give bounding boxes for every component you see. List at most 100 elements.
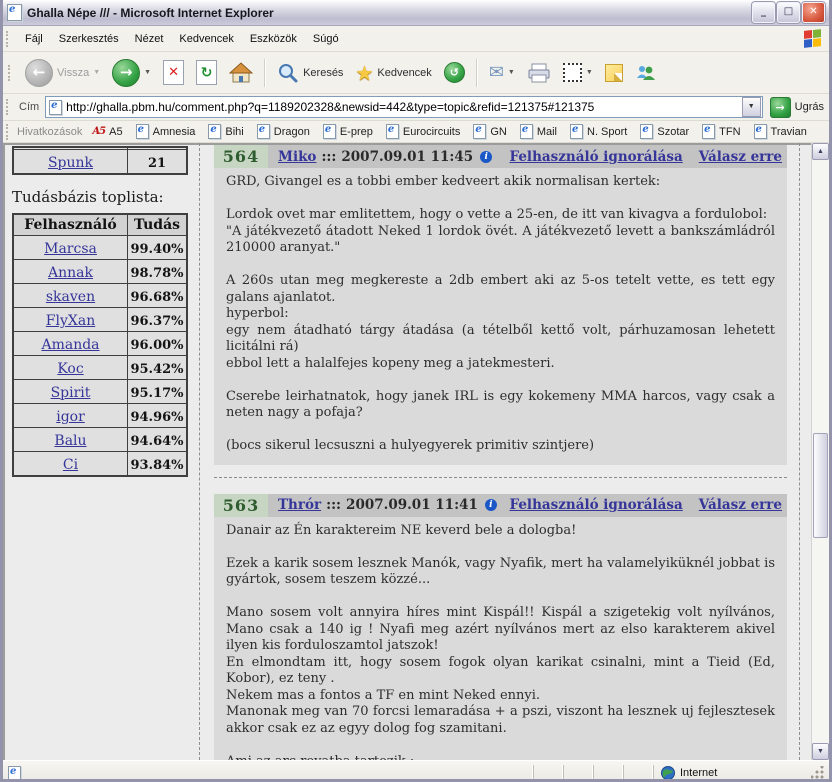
vertical-scrollbar[interactable]: ▲ ▼ [811, 143, 829, 760]
reply-link[interactable]: Válasz erre [699, 149, 782, 165]
table-row: Koc95.42% [13, 356, 187, 380]
ie-page-icon [8, 766, 21, 781]
address-label: Cím [19, 101, 39, 113]
sidebar-user-link[interactable]: igor [56, 409, 85, 425]
messenger-button[interactable] [629, 55, 661, 91]
links-item-travian[interactable]: Travian [754, 124, 807, 139]
links-item-szotar[interactable]: Szotar [640, 124, 689, 139]
edit-button[interactable]: ▼ [557, 55, 599, 91]
links-item-eurocircuits[interactable]: Eurocircuits [386, 124, 460, 139]
refresh-button[interactable]: ↻ [190, 55, 223, 91]
sidebar-user-link[interactable]: Balu [54, 433, 86, 449]
menu-help[interactable]: Súgó [305, 30, 347, 48]
discuss-note-icon [605, 64, 623, 82]
forward-dropdown-icon[interactable]: ▼ [144, 69, 151, 76]
menu-file[interactable]: Fájl [17, 30, 51, 48]
toolbar-grip[interactable] [6, 99, 11, 115]
knowledge-value: 95.17% [130, 386, 183, 401]
table-row: FlyXan96.37% [13, 308, 187, 332]
reply-link[interactable]: Válasz erre [699, 497, 782, 513]
knowledge-value: 94.96% [130, 410, 183, 425]
links-item-amnesia[interactable]: Amnesia [136, 124, 196, 139]
address-input[interactable]: http://ghalla.pbm.hu/comment.php?q=11892… [45, 96, 762, 118]
scroll-down-button[interactable]: ▼ [812, 743, 829, 760]
menu-tools[interactable]: Eszközök [242, 30, 305, 48]
sidebar-user-link[interactable]: Spunk [48, 155, 93, 171]
sidebar-user-link[interactable]: Ci [63, 457, 78, 473]
search-button[interactable]: Keresés [271, 55, 349, 91]
mail-button[interactable]: ✉ ▼ [483, 55, 521, 91]
links-item-dragon[interactable]: Dragon [257, 124, 310, 139]
discuss-button[interactable] [599, 55, 629, 91]
minimize-button[interactable]: _ [752, 2, 775, 23]
links-item-gn[interactable]: GN [473, 124, 507, 139]
ignore-user-link[interactable]: Felhasználó ignorálása [510, 497, 683, 513]
history-button[interactable]: ↺ [438, 55, 471, 91]
sidebar-user-link[interactable]: Marcsa [44, 241, 97, 257]
address-dropdown-button[interactable]: ▼ [742, 97, 761, 117]
go-label: Ugrás [795, 101, 824, 113]
info-icon[interactable]: i [485, 499, 497, 511]
sidebar-user-link[interactable]: FlyXan [46, 313, 95, 329]
toolbar-grip[interactable] [6, 124, 11, 140]
edit-dropdown-icon[interactable]: ▼ [586, 69, 593, 76]
favorites-button[interactable]: ★ Kedvencek [349, 55, 437, 91]
menu-edit[interactable]: Szerkesztés [51, 30, 127, 48]
close-button[interactable]: ✕ [802, 2, 825, 23]
links-item-nsport[interactable]: N. Sport [570, 124, 627, 139]
scroll-up-button[interactable]: ▲ [812, 143, 829, 160]
menu-favorites[interactable]: Kedvencek [171, 30, 241, 48]
scrollbar-thumb[interactable] [813, 433, 828, 538]
favorites-star-icon: ★ [355, 61, 373, 85]
ie-page-icon [754, 124, 767, 139]
post-author-link[interactable]: Miko [278, 149, 316, 165]
sidebar-user-link[interactable]: skaven [46, 289, 95, 305]
mail-dropdown-icon[interactable]: ▼ [508, 69, 515, 76]
stop-icon: ✕ [163, 60, 184, 85]
page-favicon-icon [49, 100, 62, 115]
forward-icon: → [112, 59, 140, 87]
links-item-eprep[interactable]: E-prep [323, 124, 373, 139]
sidebar-user-link[interactable]: Koc [57, 361, 83, 377]
address-bar: Cím http://ghalla.pbm.hu/comment.php?q=1… [3, 94, 829, 121]
security-zone-label: Internet [680, 767, 717, 779]
menu-view[interactable]: Nézet [127, 30, 172, 48]
edit-icon [563, 63, 582, 82]
print-button[interactable] [521, 55, 557, 91]
post-body: Danair az Én karaktereim NE keverd bele … [214, 517, 787, 761]
back-dropdown-icon[interactable]: ▼ [93, 69, 100, 76]
toplist-header-knowledge: Tudás [128, 214, 188, 236]
forward-button[interactable]: → ▼ [106, 55, 157, 91]
back-button[interactable]: ← Vissza ▼ [19, 55, 106, 91]
maximize-button[interactable]: □ [777, 2, 800, 23]
home-button[interactable] [223, 55, 259, 91]
post-separator-glyph: ::: [326, 497, 341, 513]
toolbar-grip[interactable] [6, 31, 11, 47]
menu-bar: Fájl Szerkesztés Nézet Kedvencek Eszközö… [3, 26, 829, 52]
toplist-header-user: Felhasználó [13, 214, 128, 236]
table-row: igor 94.96% [13, 404, 187, 428]
mail-icon: ✉ [489, 62, 504, 83]
links-item-mail[interactable]: Mail [520, 124, 557, 139]
links-item-bihi[interactable]: Bihi [208, 124, 243, 139]
knowledge-value: 98.78% [130, 266, 183, 281]
status-bar: Internet [3, 760, 829, 782]
address-url: http://ghalla.pbm.hu/comment.php?q=11892… [66, 100, 741, 114]
toolbar-grip[interactable] [8, 65, 13, 81]
forum-post-564: 564 Miko ::: 2007.09.01 11:45 i Felhaszn… [214, 145, 787, 465]
info-icon[interactable]: i [480, 151, 492, 163]
stop-button[interactable]: ✕ [157, 55, 190, 91]
go-button[interactable]: → Ugrás [770, 97, 824, 118]
post-author-link[interactable]: Thrór [278, 497, 321, 513]
resize-grip[interactable] [811, 766, 825, 780]
print-icon [527, 63, 551, 83]
ie-page-icon [702, 124, 715, 139]
sidebar-user-link[interactable]: Annak [48, 265, 93, 281]
sidebar-user-link[interactable]: Spirit [51, 385, 91, 401]
sidebar-user-link[interactable]: Amanda [41, 337, 99, 353]
ie-page-icon [323, 124, 336, 139]
ignore-user-link[interactable]: Felhasználó ignorálása [510, 149, 683, 165]
links-item-a5[interactable]: A5A5 [92, 126, 122, 138]
links-item-tfn[interactable]: TFN [702, 124, 740, 139]
table-row: Ci93.84% [13, 452, 187, 477]
